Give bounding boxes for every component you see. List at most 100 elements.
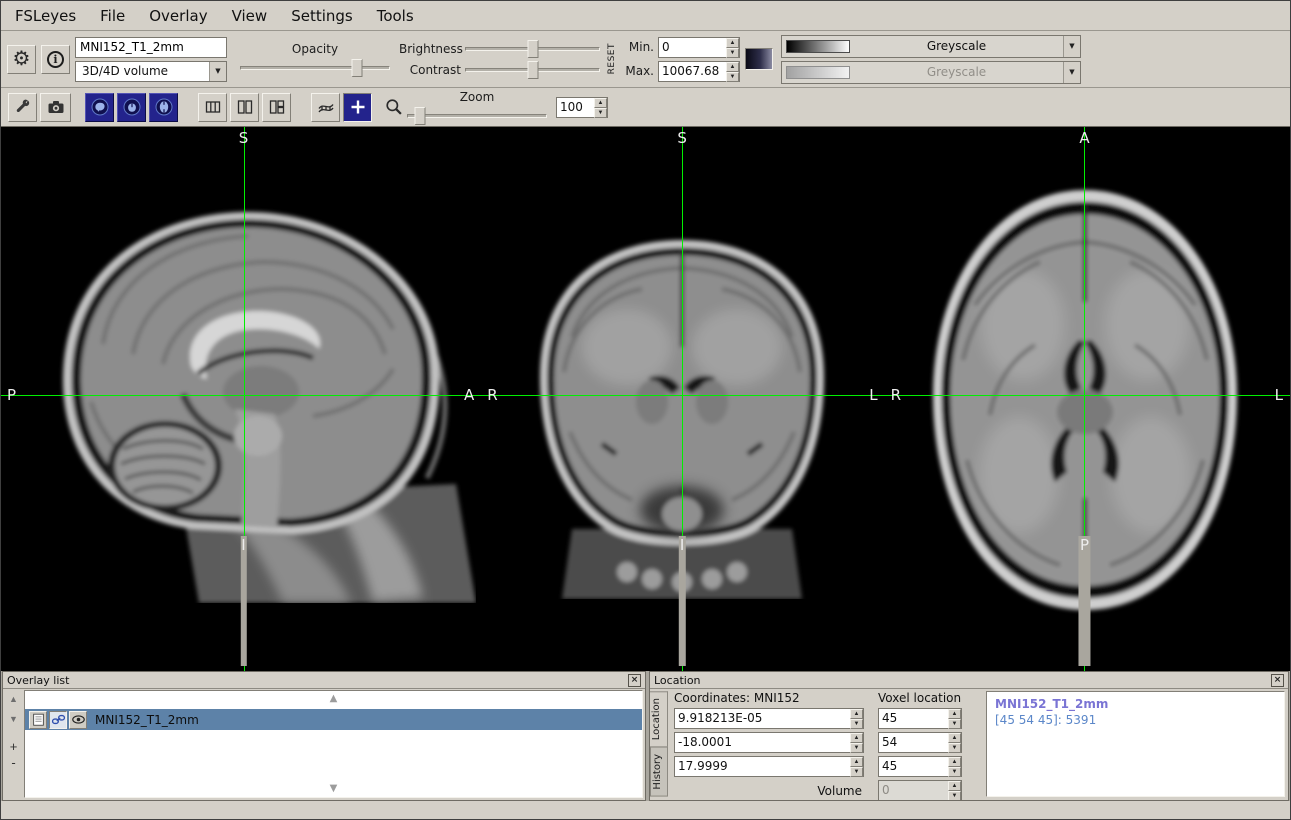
layout-columns-button[interactable]: [198, 93, 227, 122]
chain-link-icon: [51, 712, 66, 727]
sagittal-view[interactable]: S I P A: [1, 127, 481, 671]
slider-thumb[interactable]: [414, 107, 425, 125]
orientation-label-posterior: P: [1079, 536, 1090, 666]
slider-thumb[interactable]: [527, 40, 538, 58]
min-spinbox[interactable]: 0 ▲▼: [658, 37, 740, 58]
slider-thumb[interactable]: [352, 59, 363, 77]
add-overlay-button[interactable]: +: [6, 739, 22, 755]
spin-up-button[interactable]: ▲: [726, 62, 739, 72]
scroll-down-icon[interactable]: ▼: [330, 783, 338, 795]
menu-overlay[interactable]: Overlay: [137, 4, 219, 28]
slider-thumb[interactable]: [527, 61, 538, 79]
spin-up-button[interactable]: ▲: [594, 98, 607, 108]
max-label: Max.: [624, 64, 654, 78]
tab-location[interactable]: Location: [650, 691, 668, 747]
spin-down-button[interactable]: ▼: [594, 108, 607, 118]
movie-mode-button[interactable]: [311, 93, 340, 122]
overlay-type-select[interactable]: 3D/4D volume ▼: [75, 61, 227, 82]
location-title: Location: [654, 674, 1271, 687]
scroll-up-icon[interactable]: ▲: [330, 693, 338, 705]
close-location-button[interactable]: ×: [1271, 674, 1284, 687]
toggle-coronal-button[interactable]: [117, 93, 146, 122]
remove-overlay-button[interactable]: -: [6, 755, 22, 771]
location-status-box: MNI152_T1_2mm [45 54 45]: 5391: [986, 691, 1285, 797]
menu-view[interactable]: View: [220, 4, 280, 28]
overlay-link-button[interactable]: [49, 711, 67, 729]
coronal-brain-icon: [123, 98, 141, 116]
axial-view[interactable]: A P R L: [885, 127, 1290, 671]
vertical-panes-icon: [236, 98, 254, 116]
status-strip: [1, 801, 1290, 819]
bottom-panel-area: Overlay list × ▲ ▼ + - ▲: [1, 671, 1290, 801]
min-max-group: Min. 0 ▲▼ Max. 10067.68 ▲▼: [624, 37, 740, 82]
tab-history[interactable]: History: [650, 747, 668, 797]
move-overlay-down-button[interactable]: ▼: [6, 711, 22, 727]
move-overlay-up-button[interactable]: ▲: [6, 691, 22, 707]
screenshot-button[interactable]: [40, 93, 71, 122]
menu-tools[interactable]: Tools: [365, 4, 426, 28]
voxel-y-spinbox[interactable]: 54 ▲▼: [878, 732, 962, 753]
overlay-list-item[interactable]: MNI152_T1_2mm: [25, 709, 642, 730]
gear-icon: ⚙: [13, 49, 31, 69]
reset-button[interactable]: RESET: [607, 43, 617, 74]
view-settings-button[interactable]: [8, 93, 37, 122]
coronal-view[interactable]: S I R L: [481, 127, 884, 671]
orientation-label-superior: S: [239, 129, 249, 147]
voxel-x-spinbox[interactable]: 45 ▲▼: [878, 708, 962, 729]
menu-fsleyes[interactable]: FSLeyes: [3, 4, 88, 28]
volume-label: Volume: [674, 784, 864, 798]
overlay-type-value: 3D/4D volume: [76, 64, 209, 78]
menu-bar: FSLeyes File Overlay View Settings Tools: [1, 1, 1290, 31]
voxel-z-spinbox[interactable]: 45 ▲▼: [878, 756, 962, 777]
colour-bar-button[interactable]: [745, 48, 773, 70]
spin-down-button[interactable]: ▼: [850, 719, 863, 729]
spin-down-button[interactable]: ▼: [948, 743, 961, 753]
close-overlay-list-button[interactable]: ×: [628, 674, 641, 687]
zoom-spinbox[interactable]: 100 ▲▼: [556, 97, 608, 118]
spin-up-button[interactable]: ▲: [850, 709, 863, 719]
spin-up-button[interactable]: ▲: [850, 757, 863, 767]
overlay-info-button[interactable]: i: [41, 45, 70, 74]
contrast-slider[interactable]: [465, 61, 600, 79]
crosshair-cursor-button[interactable]: [343, 93, 372, 122]
spin-down-button[interactable]: ▼: [850, 767, 863, 777]
brightness-slider[interactable]: [465, 40, 600, 58]
spin-down-button[interactable]: ▼: [948, 767, 961, 777]
overlay-list: ▲ MNI152_T1_2mm ▼: [24, 690, 643, 798]
chevron-down-icon: ▼: [1063, 36, 1080, 57]
world-x-spinbox[interactable]: 9.918213E-05 ▲▼: [674, 708, 864, 729]
zoom-slider[interactable]: [407, 107, 547, 125]
toggle-sagittal-button[interactable]: [85, 93, 114, 122]
spin-down-button[interactable]: ▼: [850, 743, 863, 753]
orientation-label-inferior: I: [240, 536, 246, 666]
spin-up-button[interactable]: ▲: [948, 757, 961, 767]
contrast-label: Contrast: [399, 63, 461, 77]
overlay-display-settings-button[interactable]: ⚙: [7, 45, 36, 74]
spin-up-button[interactable]: ▲: [726, 38, 739, 48]
menu-settings[interactable]: Settings: [279, 4, 365, 28]
menu-file[interactable]: File: [88, 4, 137, 28]
volume-value: 0: [879, 781, 948, 800]
zoom-group: Zoom: [407, 90, 547, 125]
overlay-visibility-button[interactable]: [69, 711, 87, 729]
layout-grid-button[interactable]: [262, 93, 291, 122]
negative-colormap-select: Greyscale ▼: [781, 61, 1081, 84]
overlay-name-input[interactable]: [75, 37, 227, 58]
layout-vertical-button[interactable]: [230, 93, 259, 122]
spin-up-button[interactable]: ▲: [948, 709, 961, 719]
chevron-down-icon: ▼: [1063, 62, 1080, 83]
overlay-list-panel: Overlay list × ▲ ▼ + - ▲: [2, 671, 646, 801]
spin-up-button[interactable]: ▲: [850, 733, 863, 743]
overlay-list-title: Overlay list: [7, 674, 628, 687]
colormap-select[interactable]: Greyscale ▼: [781, 35, 1081, 58]
world-z-spinbox[interactable]: 17.9999 ▲▼: [674, 756, 864, 777]
overlay-save-button[interactable]: [29, 711, 47, 729]
opacity-slider[interactable]: [240, 59, 390, 77]
spin-up-button[interactable]: ▲: [948, 733, 961, 743]
toggle-axial-button[interactable]: [149, 93, 178, 122]
max-spinbox[interactable]: 10067.68 ▲▼: [658, 61, 740, 82]
world-y-spinbox[interactable]: -18.0001 ▲▼: [674, 732, 864, 753]
spin-down-button[interactable]: ▼: [726, 72, 739, 82]
spin-down-button[interactable]: ▼: [726, 48, 739, 58]
spin-down-button[interactable]: ▼: [948, 719, 961, 729]
